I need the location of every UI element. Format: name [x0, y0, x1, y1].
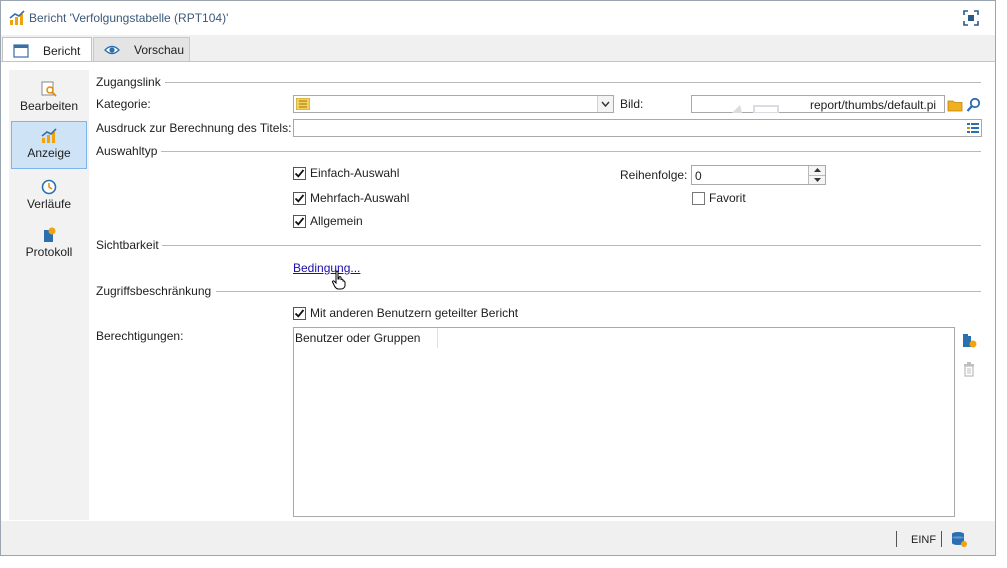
bild-label: Bild: — [620, 97, 644, 111]
chevron-down-icon[interactable] — [597, 96, 613, 112]
nav-label: Protokoll — [25, 245, 73, 259]
report-window: Bericht 'Verfolgungstabelle (RPT104)' Be… — [0, 0, 996, 556]
status-bar: EINF — [1, 521, 995, 555]
maximize-icon[interactable] — [963, 10, 979, 26]
checkmark-icon — [294, 216, 305, 226]
spin-up-icon[interactable] — [809, 166, 825, 176]
berechtigungen-label: Berechtigungen: — [96, 329, 184, 343]
permissions-list[interactable]: Benutzer oder Gruppen — [293, 327, 955, 517]
checkbox-label: Allgemein — [310, 214, 363, 228]
nav-item-anzeige[interactable]: Anzeige — [11, 121, 87, 169]
trash-icon[interactable] — [961, 361, 977, 377]
bild-field[interactable]: report/thumbs/default.pi — [691, 95, 945, 113]
window-icon — [13, 43, 29, 58]
nav-item-protokoll[interactable]: Protokoll — [11, 221, 87, 269]
list-icon — [296, 98, 310, 110]
kategorie-label: Kategorie: — [96, 97, 151, 111]
mehrfach-auswahl-checkbox[interactable]: Mehrfach-Auswahl — [293, 191, 409, 205]
clock-icon — [41, 179, 57, 195]
add-user-icon[interactable] — [961, 333, 977, 349]
spin-buttons[interactable] — [808, 166, 825, 184]
eye-icon — [104, 45, 120, 55]
checkmark-icon — [294, 168, 305, 178]
log-icon — [44, 227, 56, 242]
spin-down-icon[interactable] — [809, 175, 825, 184]
expression-editor-icon[interactable] — [966, 121, 980, 135]
reihenfolge-label: Reihenfolge: — [620, 168, 688, 182]
tab-bericht[interactable]: Bericht — [2, 37, 92, 63]
status-separator — [941, 531, 942, 547]
section-zugriffsbeschraenkung: Zugriffsbeschränkung — [96, 284, 212, 298]
insert-mode-indicator: EINF — [911, 534, 937, 546]
bild-value: report/thumbs/default.pi — [810, 98, 937, 112]
folder-icon[interactable] — [947, 97, 963, 113]
section-auswahltyp: Auswahltyp — [96, 144, 158, 158]
checkbox-box[interactable] — [293, 166, 306, 180]
tab-label: Vorschau — [134, 43, 185, 57]
edit-search-icon — [41, 81, 57, 97]
column-header-benutzer[interactable]: Benutzer oder Gruppen — [294, 328, 438, 348]
einfach-auswahl-checkbox[interactable]: Einfach-Auswahl — [293, 166, 399, 180]
checkbox-label: Mit anderen Benutzern geteilter Bericht — [310, 306, 519, 320]
section-divider — [216, 291, 981, 292]
database-icon[interactable] — [951, 531, 967, 547]
hand-cursor-icon — [331, 270, 346, 290]
nav-label: Bearbeiten — [19, 99, 79, 113]
geteilt-checkbox[interactable]: Mit anderen Benutzern geteilter Bericht — [293, 306, 518, 320]
window-title: Bericht 'Verfolgungstabelle (RPT104)' — [29, 11, 229, 25]
checkbox-box[interactable] — [293, 214, 306, 228]
checkmark-icon — [294, 308, 305, 318]
ausdruck-label: Ausdruck zur Berechnung des Titels: — [96, 121, 292, 135]
nav-label: Verläufe — [26, 197, 72, 211]
checkbox-box[interactable] — [293, 306, 306, 320]
side-navigation: Bearbeiten Anzeige Verläufe Protokoll — [9, 70, 89, 520]
checkmark-icon — [294, 193, 305, 203]
reihenfolge-stepper[interactable]: 0 — [691, 165, 826, 185]
reihenfolge-value: 0 — [695, 169, 702, 183]
image-preview-icon — [732, 105, 779, 113]
content-area: Bearbeiten Anzeige Verläufe Protokoll Zu… — [1, 61, 995, 521]
kategorie-combo[interactable] — [293, 95, 614, 113]
checkbox-box[interactable] — [692, 191, 705, 205]
checkbox-label: Mehrfach-Auswahl — [310, 191, 410, 205]
bedingung-link[interactable]: Bedingung... — [293, 261, 360, 275]
search-icon[interactable] — [966, 97, 982, 113]
nav-label: Anzeige — [27, 146, 71, 160]
section-zugangslink: Zugangslink — [96, 75, 161, 89]
tab-label: Bericht — [43, 43, 81, 58]
nav-item-verlaeufe[interactable]: Verläufe — [11, 173, 87, 221]
ausdruck-field[interactable] — [293, 119, 982, 137]
section-divider — [162, 245, 981, 246]
section-divider — [165, 82, 981, 83]
chart-icon — [41, 128, 57, 143]
section-divider — [161, 151, 981, 152]
favorit-checkbox[interactable]: Favorit — [692, 191, 746, 205]
section-sichtbarkeit: Sichtbarkeit — [96, 238, 159, 252]
tab-vorschau[interactable]: Vorschau — [93, 37, 190, 62]
title-bar: Bericht 'Verfolgungstabelle (RPT104)' — [1, 1, 995, 35]
checkbox-box[interactable] — [293, 191, 306, 205]
chart-icon — [9, 10, 25, 25]
allgemein-checkbox[interactable]: Allgemein — [293, 214, 363, 228]
checkbox-label: Einfach-Auswahl — [310, 166, 400, 180]
nav-item-bearbeiten[interactable]: Bearbeiten — [11, 75, 87, 123]
status-separator — [896, 531, 897, 547]
tab-bar: Bericht Vorschau — [1, 35, 995, 63]
checkbox-label: Favorit — [709, 191, 746, 205]
